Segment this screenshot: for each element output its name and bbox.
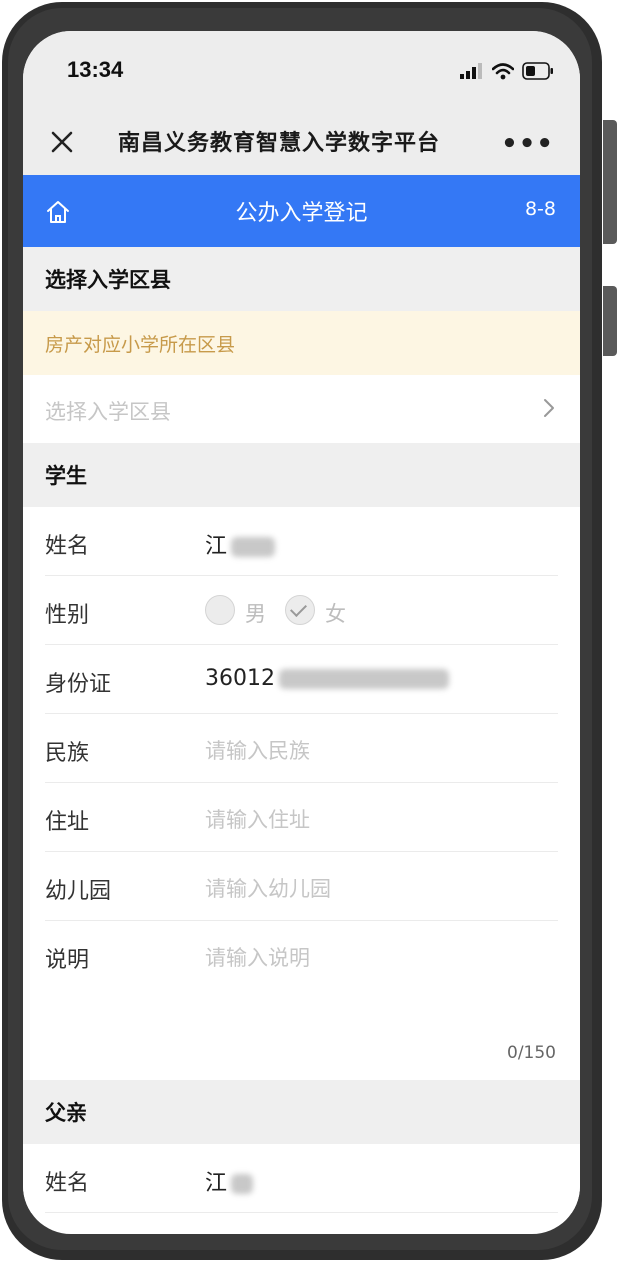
student-name-row[interactable]: 姓名 江 — [23, 507, 580, 576]
student-id-row[interactable]: 身份证 36012 — [23, 645, 580, 714]
redacted-blur — [231, 1174, 254, 1194]
address-input[interactable]: 请输入住址 — [205, 804, 310, 834]
gender-radio-male[interactable] — [205, 595, 235, 625]
app-title: 南昌义务教育智慧入学数字平台 — [118, 131, 441, 156]
student-kindergarten-label: 幼儿园 — [45, 879, 112, 904]
note-char-counter: 0/150 — [507, 1043, 556, 1063]
chevron-right-icon — [544, 399, 554, 417]
student-address-row[interactable]: 住址 请输入住址 — [23, 783, 580, 852]
district-select-placeholder: 选择入学区县 — [45, 400, 171, 424]
student-address-label: 住址 — [45, 810, 90, 835]
close-icon[interactable] — [45, 125, 79, 159]
student-kindergarten-row[interactable]: 幼儿园 请输入幼儿园 — [23, 852, 580, 921]
section-father-title: 父亲 — [45, 1101, 87, 1125]
father-name-row[interactable]: 姓名 江 — [23, 1144, 580, 1213]
student-note-label: 说明 — [45, 948, 90, 973]
student-id-value: 36012 — [205, 666, 275, 691]
page-header: 公办入学登记 8-8 — [23, 175, 580, 247]
student-name-label: 姓名 — [45, 534, 90, 559]
note-textarea[interactable]: 请输入说明 — [205, 942, 310, 972]
student-ethnicity-row[interactable]: 民族 请输入民族 — [23, 714, 580, 783]
app-title-bar: 南昌义务教育智慧入学数字平台 ••• — [23, 109, 580, 175]
gender-option-male: 男 — [245, 602, 266, 626]
section-district-title: 选择入学区县 — [45, 268, 171, 292]
student-gender-row: 性别 男 女 — [23, 576, 580, 645]
page-title: 公办入学登记 — [235, 201, 368, 226]
more-options-icon[interactable]: ••• — [501, 129, 554, 159]
gender-option-female: 女 — [325, 602, 346, 626]
side-button-upper — [603, 120, 617, 244]
student-id-label: 身份证 — [45, 672, 112, 697]
district-tip: 房产对应小学所在区县 — [23, 311, 580, 375]
section-father: 父亲 — [23, 1080, 580, 1144]
ethnicity-input[interactable]: 请输入民族 — [205, 735, 310, 765]
student-note-row[interactable]: 说明 请输入说明 — [23, 921, 580, 1080]
kindergarten-input[interactable]: 请输入幼儿园 — [205, 873, 331, 903]
section-district: 选择入学区县 — [23, 247, 580, 311]
wifi-icon — [492, 62, 514, 79]
status-time: 13:34 — [67, 57, 124, 82]
student-id-field[interactable]: 36012 — [205, 666, 449, 691]
district-select[interactable]: 选择入学区县 — [23, 375, 580, 443]
page-indicator: 8-8 — [524, 198, 556, 220]
status-bar: 13:34 — [23, 31, 580, 109]
student-ethnicity-label: 民族 — [45, 741, 90, 766]
phone-screen: 13:34 南昌义务教育智慧入学数字平台 ••• 公办入学登记 8-8 选择入学… — [23, 31, 580, 1234]
signal-icon — [460, 63, 482, 79]
section-student: 学生 — [23, 443, 580, 507]
father-name-label: 姓名 — [45, 1171, 90, 1196]
student-gender-label: 性别 — [45, 603, 90, 628]
divider — [45, 1212, 558, 1213]
section-student-title: 学生 — [45, 464, 87, 488]
district-tip-text: 房产对应小学所在区县 — [45, 334, 236, 356]
side-button-lower — [603, 286, 617, 356]
status-icons — [460, 61, 554, 81]
father-name-field[interactable]: 江 — [205, 1165, 254, 1197]
father-name-value: 江 — [205, 1171, 228, 1196]
student-name-field[interactable]: 江 — [205, 528, 276, 560]
battery-icon — [522, 62, 553, 80]
redacted-blur — [279, 669, 449, 689]
gender-radio-female[interactable] — [285, 595, 315, 625]
redacted-blur — [231, 537, 276, 557]
student-name-value: 江 — [205, 534, 228, 559]
